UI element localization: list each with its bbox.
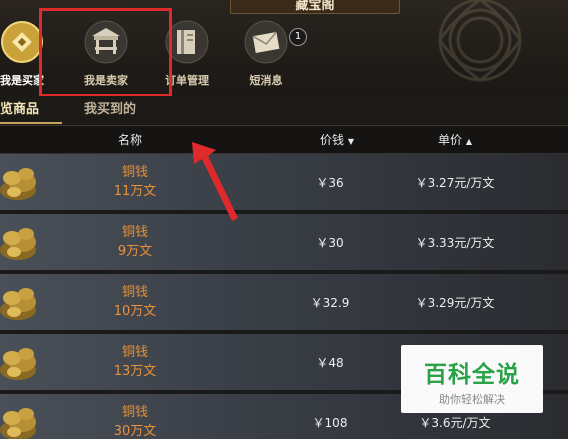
watermark: 百科全说 助你轻松解决 (401, 345, 543, 413)
price-cell: ￥48 (316, 356, 344, 370)
unread-count-badge: 1 (289, 28, 307, 46)
price-cell: ￥30 (316, 236, 344, 250)
item-amount: 11万文 (113, 184, 157, 199)
item-name-cell: 铜钱 13万文 (95, 343, 175, 381)
item-amount: 13万文 (113, 364, 157, 379)
item-name: 铜钱 (121, 225, 148, 240)
coin-icon (1, 21, 43, 63)
column-price[interactable]: 价钱 ▼ (320, 126, 354, 154)
tab-my-purchases[interactable]: 我买到的 (84, 96, 164, 124)
item-name: 铜钱 (121, 345, 148, 360)
price-cell: ￥32.9 (310, 296, 350, 310)
watermark-subtitle: 助你轻松解决 (439, 393, 505, 406)
column-unit-price[interactable]: 单价 ▲ (438, 126, 472, 154)
highlight-box (39, 8, 172, 97)
item-name-cell: 铜钱 10万文 (95, 283, 175, 321)
unit-price-cell: ￥3.33元/万文 (415, 236, 495, 250)
table-row[interactable]: 铜钱 9万文 ￥30 ￥3.33元/万文 (0, 214, 568, 272)
price-cell: ￥108 (312, 416, 348, 430)
copper-coin-icon (0, 348, 36, 380)
item-amount: 10万文 (113, 304, 157, 319)
column-unit-price-label: 单价 (438, 133, 463, 147)
item-name: 铜钱 (121, 285, 148, 300)
item-name-cell: 铜钱 30万文 (95, 403, 175, 439)
price-cell: ￥36 (316, 176, 344, 190)
copper-coin-icon (0, 408, 36, 439)
decorative-flower-pattern (438, 0, 522, 82)
item-amount: 9万文 (117, 244, 153, 259)
nav-messages-label: 短消息 (249, 74, 283, 87)
column-name: 名称 (118, 133, 143, 147)
item-name: 铜钱 (121, 165, 148, 180)
unit-price-cell: ￥3.29元/万文 (415, 296, 495, 310)
copper-coin-icon (0, 228, 36, 260)
table-row[interactable]: 铜钱 11万文 ￥36 ￥3.27元/万文 (0, 154, 568, 212)
item-amount: 30万文 (113, 424, 157, 439)
annotation-arrow (192, 142, 238, 221)
column-price-label: 价钱 (320, 133, 345, 147)
unit-price-cell: ￥3.27元/万文 (415, 176, 495, 190)
item-name-cell: 铜钱 11万文 (95, 163, 175, 201)
tab-browse-goods[interactable]: 览商品 (0, 96, 62, 124)
copper-coin-icon (0, 288, 36, 320)
page-title: 藏宝阁 (230, 0, 400, 14)
item-name-cell: 铜钱 9万文 (95, 223, 175, 261)
item-name: 铜钱 (121, 405, 148, 420)
subtab-bar: 览商品 我买到的 (0, 96, 568, 126)
watermark-title: 百科全说 (424, 362, 520, 388)
table-row[interactable]: 铜钱 10万文 ￥32.9 ￥3.29元/万文 (0, 274, 568, 332)
sort-asc-icon: ▲ (465, 137, 472, 146)
table-header: 名称 价钱 ▼ 单价 ▲ (0, 126, 568, 154)
envelope-icon (244, 20, 288, 64)
copper-coin-icon (0, 168, 36, 200)
sort-desc-icon: ▼ (347, 137, 354, 146)
